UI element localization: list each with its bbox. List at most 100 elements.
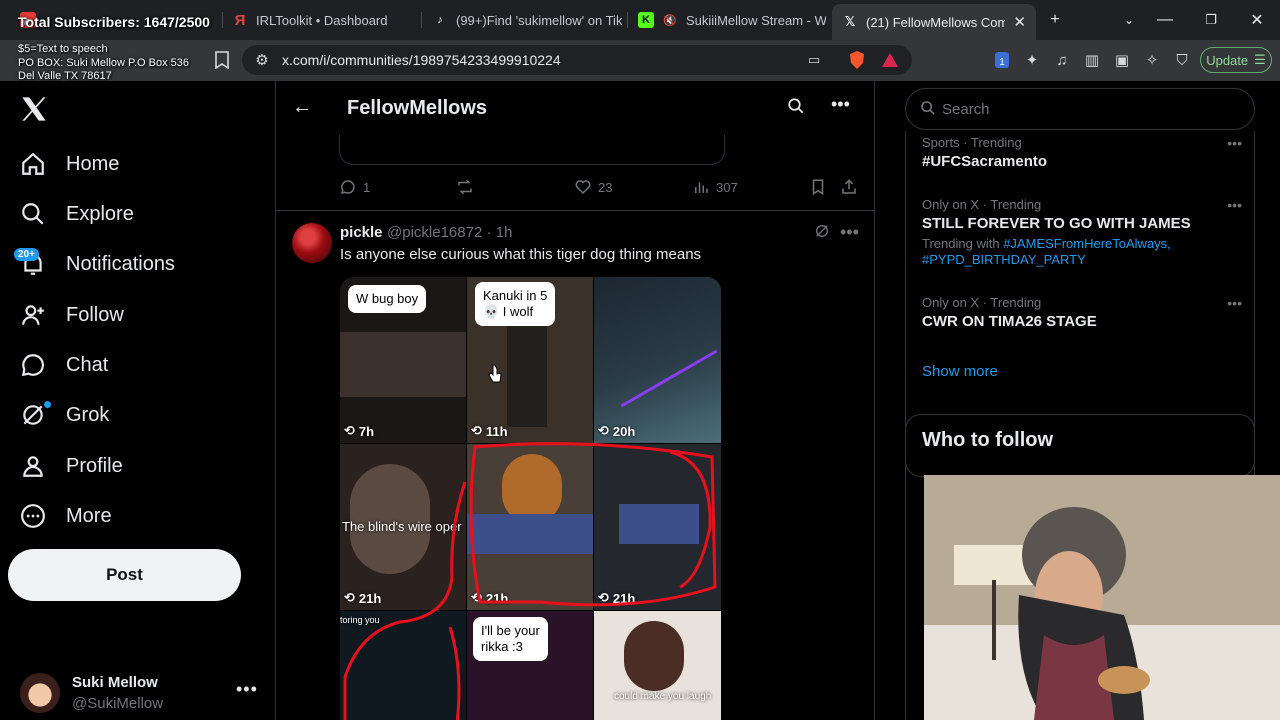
extensions-puzzle-icon[interactable]: ✦ (1020, 48, 1044, 72)
trend-hashtag-link[interactable]: #JAMESFromHereToAlways, (1003, 236, 1171, 251)
bookmark-icon (812, 179, 824, 196)
show-more-link[interactable]: Show more (922, 363, 998, 380)
video-subtitle: The blind's wire oper (342, 519, 462, 534)
tweet-author-handle[interactable]: @pickle16872 · 1h (387, 224, 512, 241)
trend-context: Only on X · Trending (922, 197, 1042, 212)
close-window-icon[interactable]: ✕ (1234, 0, 1280, 40)
view-count: 307 (716, 179, 738, 195)
url-field[interactable]: ⚙ x.com/i/communities/198975423349991022… (242, 45, 912, 75)
trend-item[interactable]: Only on X · Trending STILL FOREVER TO GO… (922, 197, 1242, 268)
community-header: ← FellowMellows ••• (276, 81, 874, 135)
tab-kick[interactable]: K 🔇 SukiiiMellow Stream - Wa (628, 6, 826, 34)
share-button[interactable] (840, 178, 858, 196)
trend-name: CWR ON TIMA26 STAGE (922, 313, 1097, 330)
nav-label: Chat (66, 353, 109, 376)
close-tab-icon[interactable]: ✕ (1013, 13, 1026, 31)
new-tab-icon[interactable]: + (1032, 0, 1078, 40)
media-icon[interactable]: ♫ (1050, 48, 1074, 72)
account-switcher[interactable]: Suki Mellow @SukiMellow ••• (20, 673, 260, 720)
bitwarden-extension-icon[interactable]: 1 (990, 48, 1014, 72)
media-video-4[interactable]: The blind's wire oper ⟲ 21h (340, 444, 466, 610)
update-button[interactable]: Update ☰ (1200, 47, 1272, 73)
nav-follow[interactable]: Follow (20, 302, 124, 328)
trend-hashtag-link[interactable]: #PYPD_BIRTHDAY_PARTY (922, 252, 1086, 267)
kick-icon: K (638, 12, 654, 28)
post-button[interactable]: Post (8, 549, 241, 601)
tts-price: $5=Text to speech (18, 43, 108, 55)
brave-rewards-icon[interactable] (878, 48, 902, 72)
main-column: 1 23 307 pickle @pickle16872 · 1h ••• Is… (275, 81, 875, 720)
repost-button[interactable] (456, 178, 474, 196)
back-arrow-icon[interactable]: ← (292, 96, 312, 119)
vpn-icon[interactable]: ⛉ (1170, 48, 1194, 72)
video-age: ⟲ 21h (344, 590, 382, 606)
tab-fellowmellows[interactable]: 𝕏 (21) FellowMellows Comm ✕ (832, 4, 1036, 40)
site-info-icon[interactable]: ⚙ (250, 48, 274, 72)
account-more-icon: ••• (236, 679, 258, 699)
tab-irltoolkit[interactable]: Я IRLToolkit • Dashboard (222, 6, 420, 34)
media-video-7[interactable]: toring you (340, 611, 466, 720)
cast-icon[interactable]: ▭ (802, 48, 826, 72)
trend-name: #UFCSacramento (922, 153, 1048, 170)
trend-more-icon[interactable]: ••• (1227, 135, 1242, 151)
like-button[interactable]: 23 (574, 178, 612, 196)
media-video-9[interactable]: could make you laugh (594, 611, 721, 720)
chat-icon (21, 354, 44, 377)
media-video-6[interactable]: ⟲ 21h (594, 444, 721, 610)
wallet-icon[interactable]: ▣ (1110, 48, 1134, 72)
reply-button[interactable]: 1 (339, 178, 370, 196)
minimize-icon[interactable]: — (1142, 0, 1188, 40)
search-input[interactable]: Search (905, 88, 1255, 130)
nav-profile[interactable]: Profile (20, 453, 123, 479)
video-age: ⟲ 21h (471, 590, 509, 606)
address-bar: ⚙ x.com/i/communities/198975423349991022… (0, 40, 1280, 81)
bookmark-button[interactable] (809, 178, 827, 196)
search-icon[interactable] (787, 97, 805, 120)
nav-explore[interactable]: Explore (20, 201, 134, 227)
nav-chat[interactable]: Chat (20, 352, 108, 378)
nav-grok[interactable]: Grok (20, 402, 109, 428)
grok-explain-icon[interactable] (814, 223, 830, 244)
nav-home[interactable]: Home (20, 151, 119, 177)
avatar (20, 673, 60, 713)
brave-shield-icon[interactable] (845, 48, 869, 72)
media-video-5[interactable]: ⟲ 21h (467, 444, 593, 610)
nav-label: Follow (66, 303, 124, 326)
restore-icon[interactable]: ❐ (1188, 0, 1234, 40)
trend-related: Trending with #JAMESFromHereToAlways, #P… (922, 236, 1242, 268)
nav-notifications[interactable]: Notifications (20, 251, 175, 277)
previous-tweet-media[interactable] (339, 135, 725, 165)
tab-tiktok[interactable]: ♪ (99+)Find 'sukimellow' on Tik (422, 6, 622, 34)
trend-item[interactable]: Sports · Trending #UFCSacramento ••• (922, 135, 1242, 170)
tweet-author-name[interactable]: pickle (340, 224, 383, 241)
profile-icon (23, 456, 43, 477)
media-video-1[interactable]: W bug boy ⟲ 7h (340, 277, 466, 443)
share-icon (842, 179, 856, 194)
x-logo-icon[interactable] (20, 95, 48, 123)
update-label: Update (1206, 52, 1249, 68)
video-subtitle: toring you (340, 615, 380, 625)
trend-more-icon[interactable]: ••• (1227, 197, 1242, 213)
media-video-3[interactable]: ⟲ 20h (594, 277, 721, 443)
trend-more-icon[interactable]: ••• (1227, 295, 1242, 311)
tweet-more-icon[interactable]: ••• (840, 222, 859, 243)
more-options-icon[interactable]: ••• (831, 94, 850, 115)
tab-label: SukiiiMellow Stream - Wa (686, 12, 826, 28)
who-to-follow-title: Who to follow (922, 429, 1054, 451)
media-video-8[interactable]: I'll be your rikka :3 (467, 611, 593, 720)
trend-item[interactable]: Only on X · Trending CWR ON TIMA26 STAGE… (922, 295, 1242, 330)
media-video-2[interactable]: Kanuki in 5 💀 I wolf ⟲ 11h (467, 277, 593, 443)
previous-tweet-actions: 1 23 307 (339, 178, 859, 200)
nav-more[interactable]: More (20, 503, 112, 529)
trend-related-prefix: Trending with (922, 236, 1000, 251)
po-box-line-2: Del Valle TX 78617 (18, 70, 112, 82)
video-age: ⟲ 7h (344, 423, 375, 439)
sidebar-icon[interactable]: ▥ (1080, 48, 1104, 72)
trend-context: Sports · Trending (922, 135, 1022, 150)
video-age: ⟲ 20h (598, 423, 636, 439)
bookmark-icon[interactable] (210, 48, 234, 72)
avatar[interactable] (292, 223, 332, 263)
leo-ai-icon[interactable]: ✧ (1140, 48, 1164, 72)
repost-icon (458, 179, 472, 195)
views-button[interactable]: 307 (692, 178, 738, 196)
